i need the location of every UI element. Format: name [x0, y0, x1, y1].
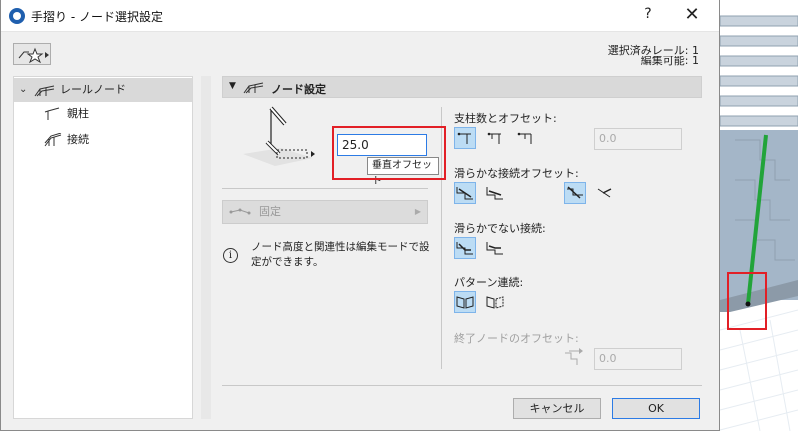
smooth-option-4[interactable] [594, 182, 616, 204]
end-node-offset-input[interactable]: 0.0 [594, 348, 682, 370]
end-node-offset-label: 終了ノードのオフセット: [454, 332, 579, 345]
pattern-continuity-label: パターン連続: [454, 276, 524, 289]
settings-tree: ⌄ レールノード 親柱 接続 [13, 76, 193, 419]
smooth-option-2[interactable] [484, 182, 506, 204]
node-offset-diagram [243, 106, 315, 166]
post-offset-input[interactable]: 0.0 [594, 128, 682, 150]
tree-item-connection[interactable]: 接続 [14, 128, 192, 152]
chevron-down-icon[interactable]: ⌄ [19, 78, 27, 102]
pattern-option-1[interactable] [454, 291, 476, 313]
newel-post-icon [44, 107, 60, 120]
tree-item-newel-post[interactable]: 親柱 [14, 102, 192, 126]
smooth-connection-label: 滑らかな接続オフセット: [454, 167, 579, 180]
nonsmooth-connection-label: 滑らかでない接続: [454, 222, 546, 235]
post-offset-option-2[interactable] [484, 127, 506, 149]
collapse-triangle-icon[interactable]: ▼ [229, 81, 236, 91]
post-offset-option-3[interactable] [514, 127, 536, 149]
nonsmooth-option-1[interactable] [454, 237, 476, 259]
post-offset-option-1[interactable] [454, 127, 476, 149]
smooth-option-3[interactable] [564, 182, 586, 204]
post-count-label: 支柱数とオフセット: [454, 112, 557, 125]
info-message: ノード高度と関連性は編集モードで設定ができます。 [251, 241, 430, 268]
dialog-window: 手摺り - ノード選択設定 ? ✕ 選択済みレール: 1 編集可能: 1 ⌄ レ… [0, 0, 720, 431]
chevron-right-icon: ▶ [414, 207, 421, 216]
close-button[interactable]: ✕ [681, 4, 703, 26]
smooth-option-1[interactable] [454, 182, 476, 204]
cancel-button[interactable]: キャンセル [513, 398, 601, 419]
fixed-label: 固定 [259, 205, 281, 218]
pattern-continuous-icon [456, 296, 474, 309]
window-title: 手摺り - ノード選択設定 [31, 10, 163, 24]
smooth-step-alt-icon [486, 187, 503, 200]
rail-node-icon [34, 85, 55, 97]
highlight-box [727, 272, 767, 330]
pattern-restart-icon [486, 296, 504, 309]
post-offset-middle-icon [487, 132, 501, 144]
pattern-option-2[interactable] [484, 291, 506, 313]
nonsmooth-option-2[interactable] [484, 237, 506, 259]
divider [222, 385, 702, 386]
node-settings-header[interactable]: ▼ ノード設定 [222, 76, 702, 98]
info-icon: i [223, 248, 238, 263]
app-logo-icon [9, 8, 25, 24]
tree-item-label: 親柱 [67, 107, 89, 120]
panel-title: ノード設定 [271, 83, 326, 96]
smooth-ramp-alt-icon [597, 188, 612, 198]
nonsmooth-step-icon [456, 242, 473, 255]
ok-button[interactable]: OK [612, 398, 700, 419]
favorites-button[interactable] [13, 43, 51, 65]
editable-status: 編集可能: 1 [640, 56, 699, 66]
connection-icon [44, 133, 62, 147]
tree-item-rail-node[interactable]: ⌄ レールノード [14, 78, 192, 102]
post-offset-start-icon [457, 132, 471, 144]
fixed-mode-dropdown[interactable]: 固定 ▶ [222, 200, 428, 224]
tree-item-label: 接続 [67, 133, 89, 146]
highlight-box [332, 126, 446, 180]
end-node-offset-icon [565, 348, 583, 365]
smooth-ramp-icon [567, 186, 583, 199]
smooth-step-icon [456, 187, 473, 200]
post-offset-end-icon [517, 132, 532, 144]
splitter[interactable] [201, 76, 211, 419]
tree-item-label: レールノード [60, 83, 126, 96]
nonsmooth-step-alt-icon [486, 242, 503, 255]
favorites-star-icon [18, 47, 49, 64]
rail-nodes-icon [229, 208, 251, 215]
divider [222, 188, 428, 189]
rail-node-icon [243, 82, 264, 94]
title-bar: 手摺り - ノード選択設定 ? ✕ [1, 0, 719, 32]
help-button[interactable]: ? [638, 6, 658, 26]
